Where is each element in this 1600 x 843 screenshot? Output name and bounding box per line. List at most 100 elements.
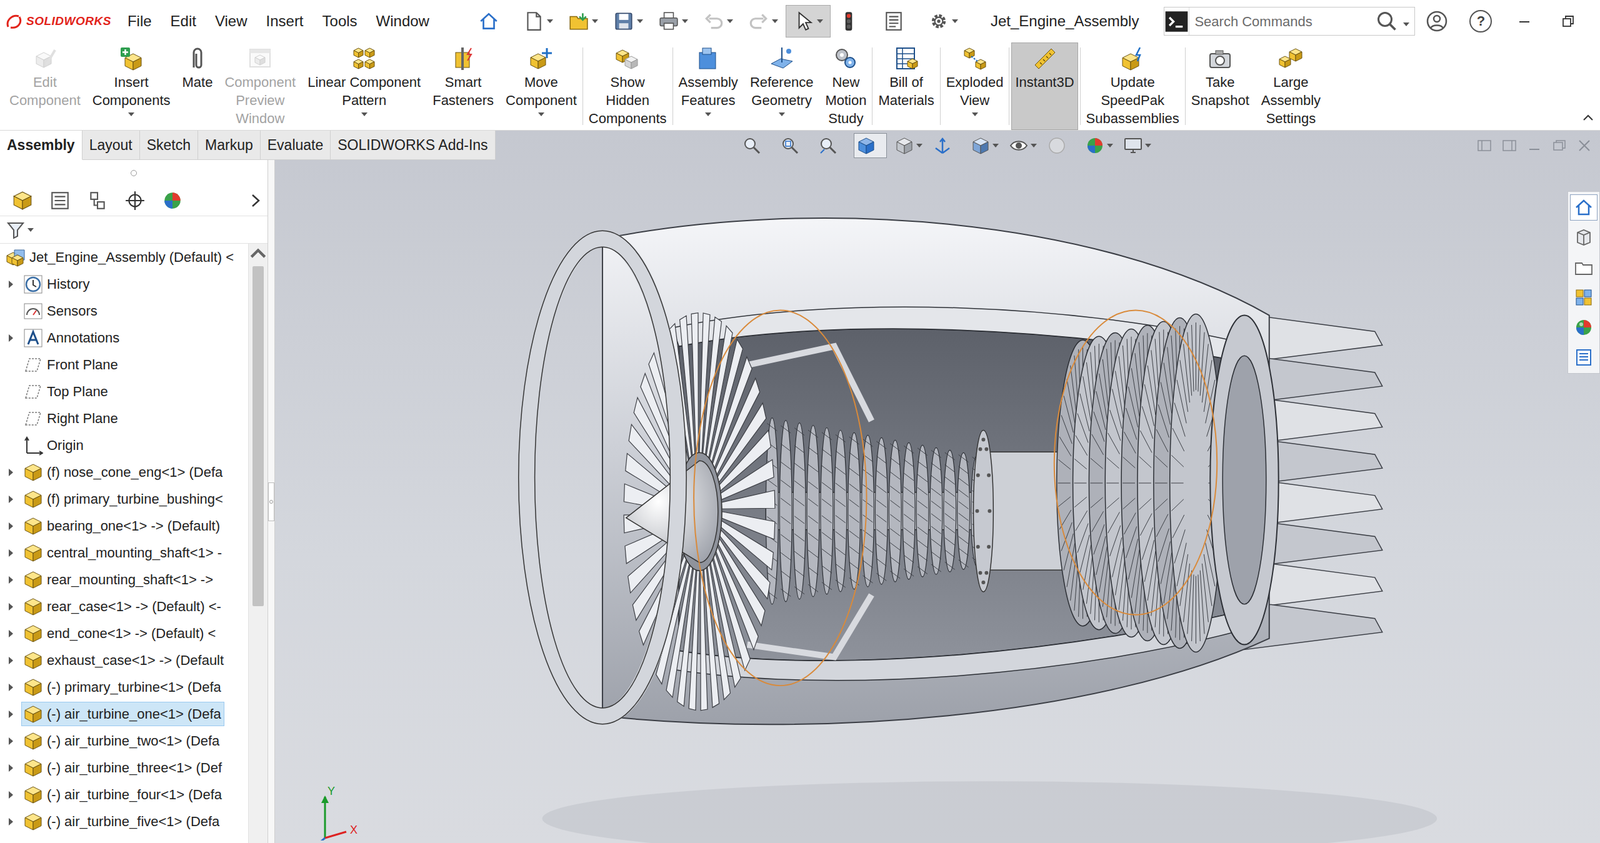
ribbon-button[interactable]: ExplodedView (942, 42, 1008, 130)
command-tab[interactable]: Sketch (140, 130, 199, 160)
panel-more[interactable] (247, 191, 264, 210)
tree-item-body[interactable]: (-) air_turbine_one<1> (Defa (21, 701, 225, 727)
menu-item[interactable]: Insert (265, 8, 305, 34)
search-options-caret[interactable] (1403, 22, 1410, 27)
quick-access-button[interactable] (920, 5, 966, 38)
expand-arrow[interactable] (0, 495, 22, 504)
tree-item-body[interactable]: bearing_one<1> -> (Default) (21, 513, 224, 539)
expand-arrow[interactable] (0, 764, 22, 772)
command-tab[interactable]: Markup (198, 130, 261, 160)
tree-item-body[interactable]: central_mounting_shaft<1> - (21, 540, 225, 565)
ribbon-button[interactable]: MoveComponent (501, 42, 581, 130)
dropdown-caret[interactable] (971, 112, 979, 117)
expand-arrow[interactable] (0, 522, 22, 530)
ribbon-button[interactable]: UpdateSpeedPakSubassemblies (1082, 42, 1184, 130)
ribbon-button[interactable]: NewMotionStudy (821, 42, 870, 130)
tree-item[interactable]: (f) primary_turbine_bushing< (0, 485, 249, 513)
tree-item[interactable]: History (0, 270, 249, 298)
tree-item-body[interactable]: (-) air_turbine_two<1> (Defa (21, 728, 223, 754)
dropdown-caret[interactable] (992, 143, 999, 148)
ribbon-button[interactable]: EditComponent (5, 42, 85, 130)
view-toolbar-button[interactable] (1120, 133, 1154, 159)
graphics-area[interactable]: YX (275, 160, 1568, 843)
expand-arrow[interactable] (0, 468, 22, 477)
dropdown-caret[interactable] (726, 19, 734, 24)
view-toolbar-button[interactable] (930, 133, 964, 159)
quick-access-button[interactable] (875, 5, 921, 38)
dropdown-caret[interactable] (1030, 143, 1037, 148)
ribbon-button[interactable]: Bill ofMaterials (874, 42, 938, 130)
dropdown-caret[interactable] (705, 112, 712, 117)
tree-item-body[interactable]: Annotations (21, 325, 123, 350)
tree-item[interactable]: rear_case<1> -> (Default) <- (0, 593, 249, 620)
tree-item[interactable]: Right Plane (0, 405, 249, 432)
viewport-control-button[interactable] (1576, 137, 1593, 154)
task-pane-tab[interactable] (1570, 224, 1598, 251)
dropdown-caret[interactable] (816, 19, 824, 24)
view-toolbar-button[interactable] (777, 133, 811, 159)
tree-item-body[interactable]: (f) nose_cone_eng<1> (Defa (21, 460, 226, 485)
menu-item[interactable]: Window (375, 8, 431, 34)
expand-arrow[interactable] (0, 576, 22, 584)
menu-item[interactable]: Edit (169, 8, 198, 34)
tree-item-body[interactable]: Top Plane (21, 379, 112, 404)
tree-item-body[interactable]: Sensors (21, 298, 101, 324)
ribbon-button[interactable]: ReferenceGeometry (746, 42, 818, 130)
tree-item-body[interactable]: rear_mounting_shaft<1> -> (21, 567, 217, 592)
menu-item[interactable]: File (126, 8, 154, 34)
panel-tab[interactable] (120, 186, 150, 215)
view-toolbar-button[interactable] (891, 133, 925, 159)
dropdown-caret[interactable] (778, 112, 785, 117)
scroll-thumb[interactable] (252, 266, 264, 607)
tree-item[interactable]: central_mounting_shaft<1> - (0, 539, 249, 567)
tree-item[interactable]: end_cone<1> -> (Default) < (0, 620, 249, 647)
expand-arrow[interactable] (0, 603, 22, 611)
menu-item[interactable]: Tools (321, 8, 359, 34)
viewport-control-button[interactable] (1526, 137, 1543, 154)
jet-engine-model[interactable] (275, 160, 1568, 843)
dropdown-caret[interactable] (591, 19, 599, 24)
command-tab[interactable]: SOLIDWORKS Add-Ins (330, 130, 495, 160)
dropdown-caret[interactable] (546, 19, 554, 24)
tree-scrollbar[interactable] (248, 243, 268, 843)
viewport-control-button[interactable] (1551, 137, 1568, 154)
expand-arrow[interactable] (0, 334, 22, 342)
tree-item-body[interactable]: end_cone<1> -> (Default) < (21, 621, 219, 646)
tree-item[interactable]: Top Plane (0, 378, 249, 405)
tree-item[interactable]: Origin (0, 431, 249, 459)
tree-item-body[interactable]: Origin (21, 433, 87, 458)
panel-tab[interactable] (7, 186, 38, 215)
task-pane-tab[interactable] (1570, 344, 1598, 371)
viewport-control-button[interactable] (1501, 137, 1518, 154)
quick-access-button[interactable] (740, 5, 786, 38)
view-toolbar-button[interactable] (968, 133, 1002, 159)
quick-access-button[interactable] (650, 5, 696, 38)
command-tab[interactable]: Assembly (0, 130, 83, 160)
quick-access-button[interactable] (830, 5, 876, 38)
help-button[interactable]: ? (1469, 10, 1492, 33)
ribbon-button[interactable]: Mate (178, 42, 217, 130)
quick-access-button[interactable] (605, 5, 651, 38)
tree-filter[interactable] (0, 216, 268, 244)
view-toolbar-button[interactable] (1006, 133, 1040, 159)
tree-item[interactable]: (-) air_turbine_four<1> (Defa (0, 781, 249, 809)
dropdown-caret[interactable] (636, 19, 644, 24)
view-toolbar-button[interactable] (1044, 133, 1078, 159)
view-toolbar-button[interactable] (815, 133, 849, 159)
dropdown-caret[interactable] (128, 112, 135, 117)
dropdown-caret[interactable] (681, 19, 689, 24)
quick-access-button[interactable] (470, 5, 516, 38)
search-input[interactable] (1189, 11, 1376, 32)
user-button[interactable] (1415, 10, 1459, 33)
tree-item[interactable]: (f) nose_cone_eng<1> (Defa (0, 458, 249, 486)
tree-item-body[interactable]: History (21, 271, 93, 297)
task-pane-tab[interactable] (1570, 194, 1598, 221)
tree-item[interactable]: (-) air_turbine_three<1> (Def (0, 754, 249, 782)
tree-item[interactable]: rear_mounting_shaft<1> -> (0, 566, 249, 594)
panel-tab[interactable] (82, 186, 113, 215)
tree-item-body[interactable]: exhaust_case<1> -> (Default (21, 648, 227, 673)
panel-splitter[interactable] (267, 160, 275, 843)
tree-item[interactable]: Sensors (0, 297, 249, 325)
tree-item[interactable]: (-) primary_turbine<1> (Defa (0, 673, 249, 701)
view-toolbar-button[interactable] (1082, 133, 1116, 159)
